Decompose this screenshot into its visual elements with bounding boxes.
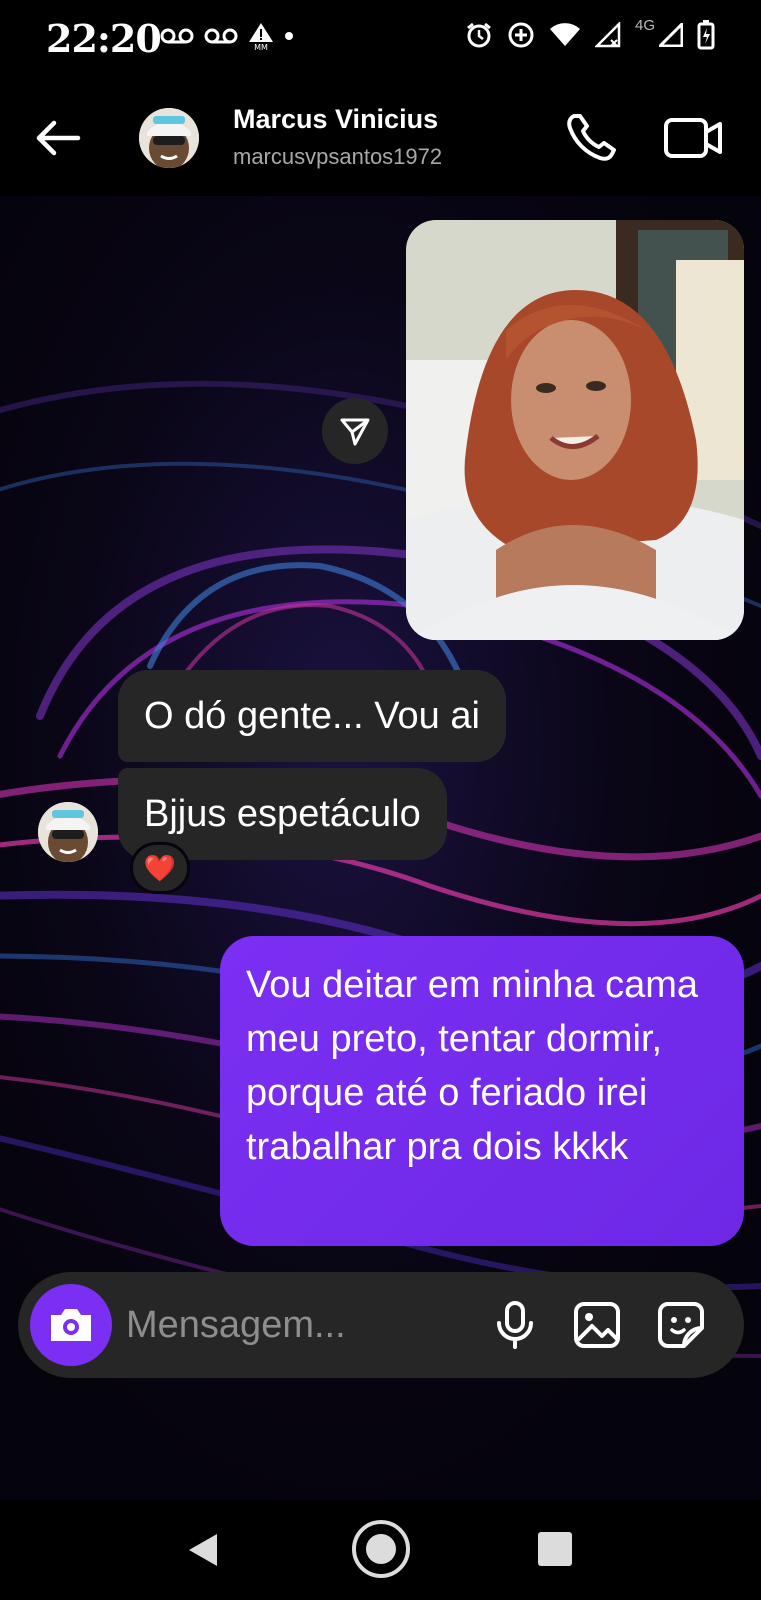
voicemail-icon [204,28,238,44]
heart-reaction[interactable]: ❤️ [130,842,190,894]
nav-home-icon [352,1520,410,1578]
gallery-icon [574,1302,620,1348]
share-button[interactable] [322,398,388,464]
phone-icon [567,114,616,161]
outgoing-message[interactable]: Vou deitar em minha cama meu preto, tent… [220,936,744,1246]
voicemail-icon [160,28,194,44]
message-composer [18,1272,744,1378]
status-bar: 22:20 MM 4G [0,0,761,80]
incoming-message[interactable]: O dó gente... Vou ai [118,670,506,762]
contact-name[interactable]: Marcus Vinicius [233,104,438,135]
send-icon [340,418,370,446]
alert-icon: MM [249,23,273,50]
audio-call-button[interactable] [560,108,620,168]
nav-back-button[interactable] [185,1530,225,1570]
navigation-bar [0,1500,761,1600]
status-right-icons: 4G [465,16,715,50]
dot-icon [285,32,293,40]
camera-icon [51,1309,91,1341]
heart-icon: ❤️ [143,852,177,883]
alarm-icon [467,22,491,48]
nav-back-icon [189,1534,217,1566]
contact-username[interactable]: marcusvpsantos1972 [233,144,442,170]
voice-message-button[interactable] [488,1298,542,1352]
wifi-icon [549,23,580,46]
chat-header: Marcus Vinicius marcusvpsantos1972 [0,80,761,196]
sticker-button[interactable] [654,1298,708,1352]
signal-icon [659,23,683,47]
video-call-button[interactable] [660,108,728,168]
signal-icon [594,22,621,48]
gallery-button[interactable] [570,1298,624,1352]
status-left-icons: MM [160,22,294,50]
network-type-label: 4G [634,16,655,34]
message-input[interactable] [126,1300,466,1350]
video-camera-icon [664,118,722,158]
battery-charging-icon [697,20,715,50]
photo-message[interactable] [406,220,744,640]
data-saver-icon [508,22,534,48]
profile-picture [38,802,98,862]
camera-button[interactable] [30,1284,112,1366]
microphone-icon [497,1301,533,1349]
nav-recents-icon[interactable] [538,1532,572,1566]
back-button[interactable] [30,110,86,166]
avatar[interactable] [139,108,199,168]
nav-home-button[interactable] [350,1518,412,1580]
svg-text:MM: MM [254,43,268,50]
sticker-icon [658,1302,704,1348]
back-arrow-icon [36,120,81,156]
profile-picture [139,108,199,168]
sender-avatar[interactable] [38,802,98,862]
status-time: 22:20 [46,16,162,61]
shared-photo [406,220,744,640]
